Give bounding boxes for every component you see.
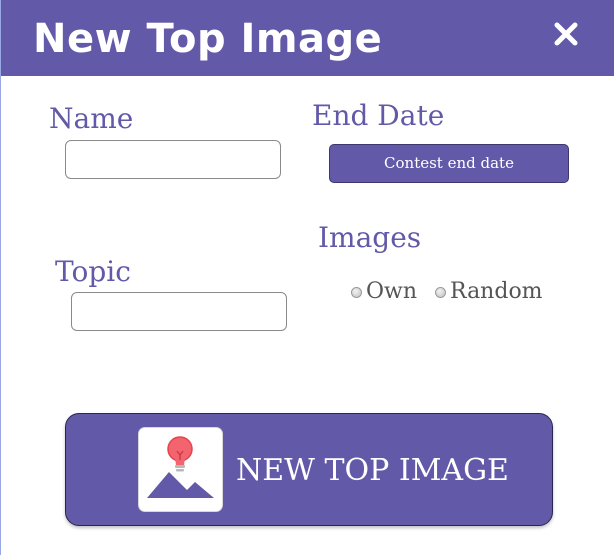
dialog-header: New Top Image xyxy=(1,0,614,76)
radio-own[interactable]: Own xyxy=(351,278,417,306)
lightbulb-image-icon xyxy=(139,428,222,511)
radio-random[interactable]: Random xyxy=(435,278,543,306)
topic-label: Topic xyxy=(55,255,131,288)
close-button[interactable] xyxy=(549,17,583,51)
radio-random-label: Random xyxy=(450,279,543,304)
dialog-title: New Top Image xyxy=(33,16,383,62)
end-date-label: End Date xyxy=(312,99,445,132)
name-input[interactable] xyxy=(65,140,281,179)
name-label: Name xyxy=(49,102,134,135)
new-top-image-label: NEW TOP IMAGE xyxy=(236,453,509,488)
radio-own-label: Own xyxy=(366,279,418,304)
close-icon xyxy=(554,22,578,46)
topic-input[interactable] xyxy=(71,292,287,331)
new-top-image-button[interactable]: NEW TOP IMAGE xyxy=(65,413,553,526)
new-top-image-dialog: New Top Image Name End Date Contest end … xyxy=(0,0,614,555)
images-label: Images xyxy=(318,221,422,254)
radio-own-button[interactable] xyxy=(351,286,362,298)
radio-random-button[interactable] xyxy=(435,286,446,298)
contest-end-date-button[interactable]: Contest end date xyxy=(329,144,569,183)
